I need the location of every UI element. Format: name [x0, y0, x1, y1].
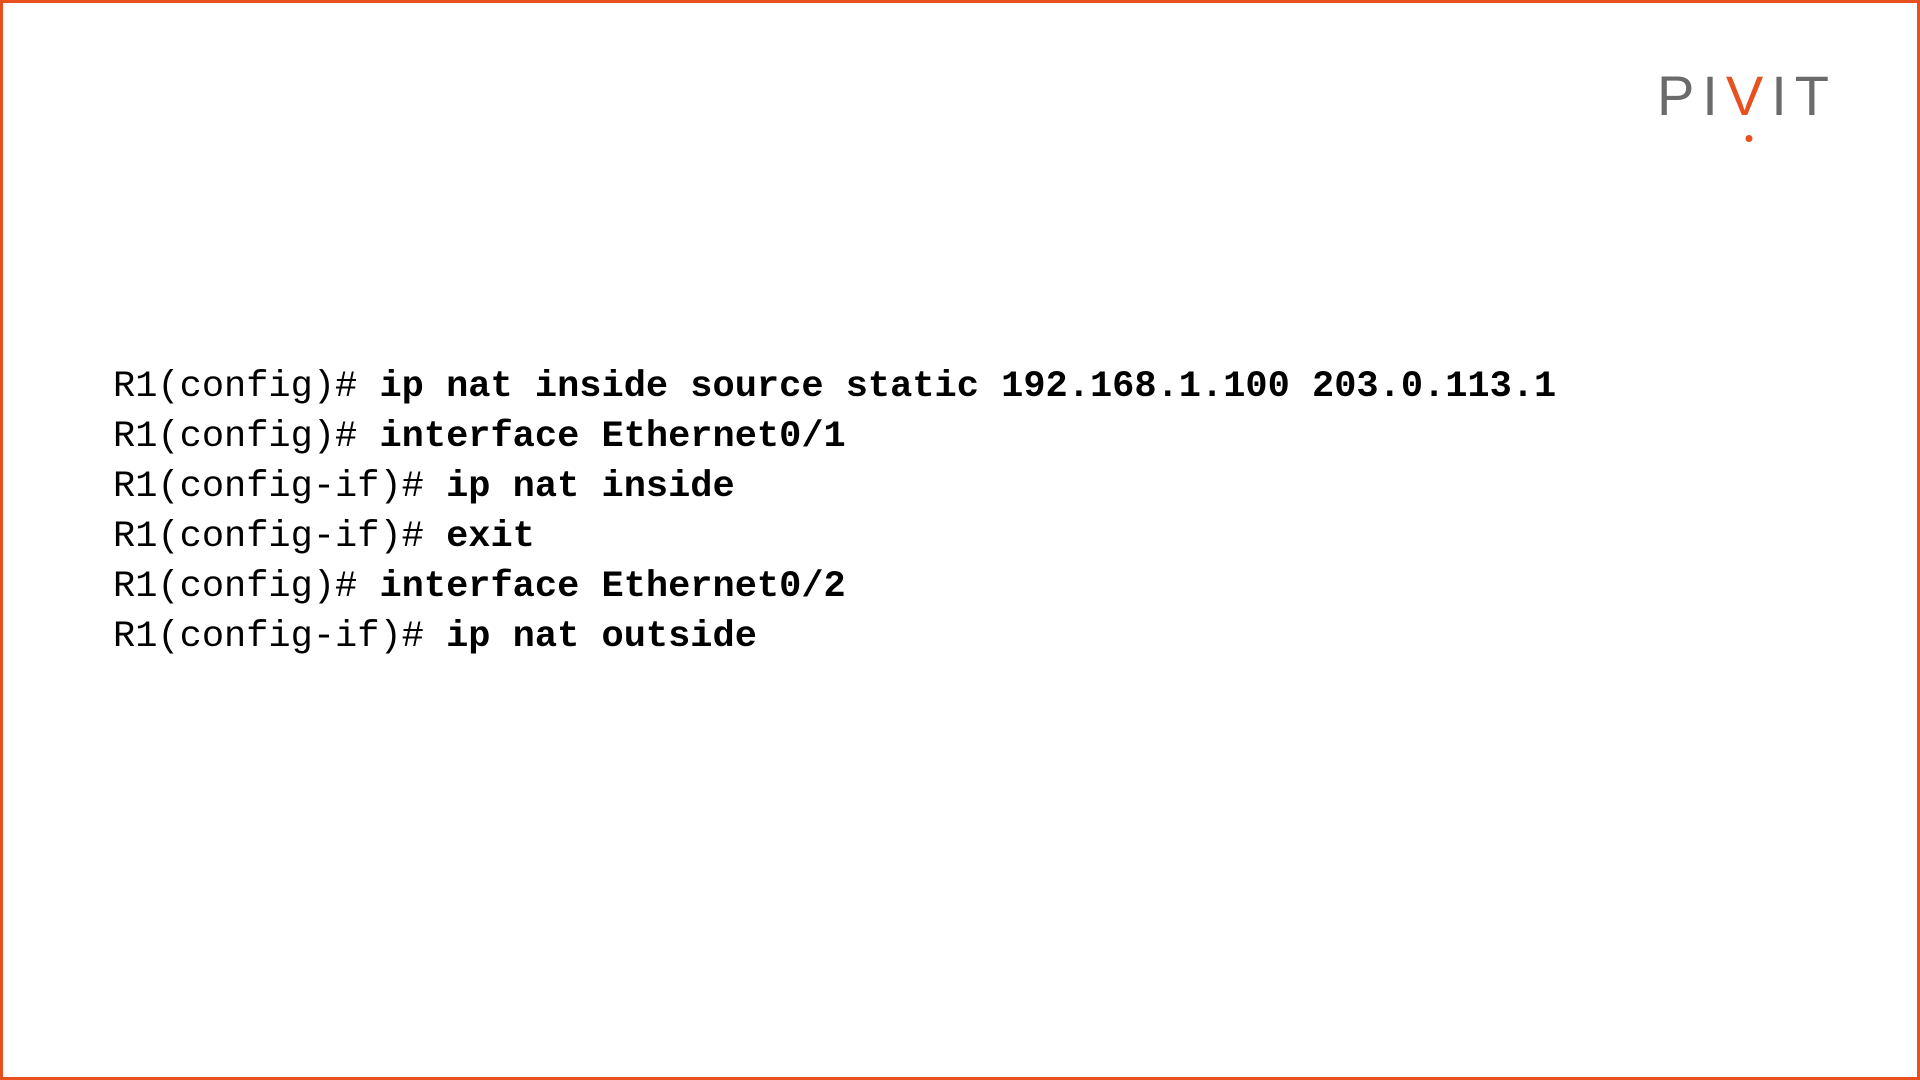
logo-letter-i: I	[1702, 63, 1726, 128]
cli-command: ip nat inside source static 192.168.1.10…	[379, 366, 1556, 408]
logo-letter-t: T	[1795, 63, 1837, 128]
cli-prompt: R1(config-if)#	[113, 516, 446, 558]
logo-dot-icon	[1745, 135, 1752, 142]
logo-letter-v: V	[1726, 63, 1771, 128]
logo-letter-p: P	[1657, 63, 1702, 128]
logo-letter-i2: I	[1771, 63, 1795, 128]
cli-line: R1(config)# ip nat inside source static …	[113, 363, 1556, 413]
cli-line: R1(config-if)# ip nat inside	[113, 463, 1556, 513]
logo-letter-v-glyph: V	[1726, 64, 1771, 127]
cli-prompt: R1(config)#	[113, 416, 379, 458]
cli-command: interface Ethernet0/1	[379, 416, 845, 458]
cli-line: R1(config-if)# exit	[113, 513, 1556, 563]
cli-line: R1(config)# interface Ethernet0/1	[113, 413, 1556, 463]
cli-prompt: R1(config-if)#	[113, 616, 446, 658]
cli-command: interface Ethernet0/2	[379, 566, 845, 608]
cli-command: ip nat inside	[446, 466, 735, 508]
cli-command: ip nat outside	[446, 616, 757, 658]
cli-line: R1(config-if)# ip nat outside	[113, 613, 1556, 663]
terminal-block: R1(config)# ip nat inside source static …	[113, 363, 1556, 663]
slide-frame: P I V I T R1(config)# ip nat inside sour…	[0, 0, 1920, 1080]
cli-line: R1(config)# interface Ethernet0/2	[113, 563, 1556, 613]
cli-prompt: R1(config-if)#	[113, 466, 446, 508]
pivit-logo: P I V I T	[1657, 63, 1837, 128]
cli-prompt: R1(config)#	[113, 566, 379, 608]
cli-prompt: R1(config)#	[113, 366, 379, 408]
cli-command: exit	[446, 516, 535, 558]
